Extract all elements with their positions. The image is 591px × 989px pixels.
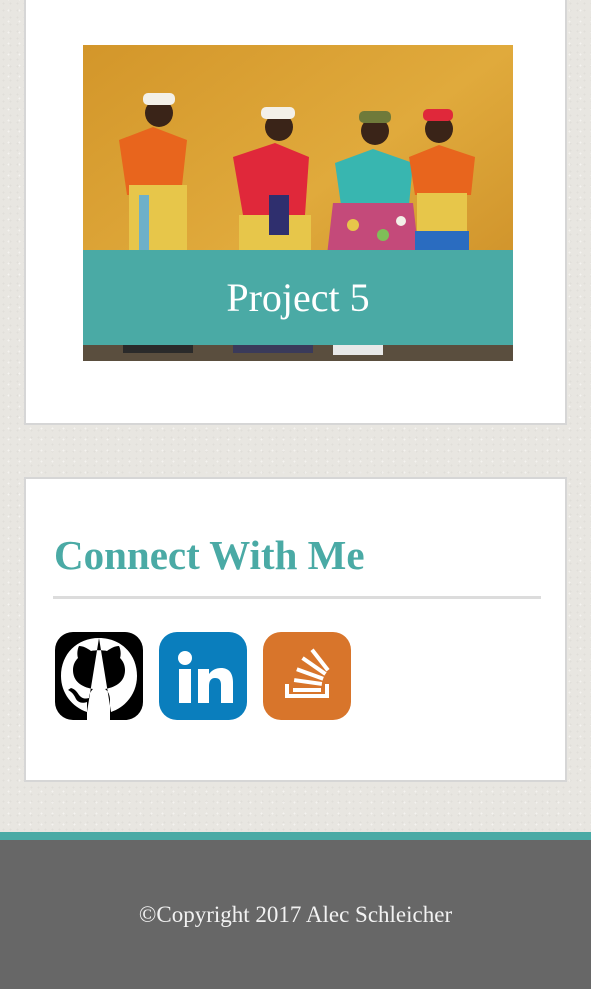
github-link[interactable] [55, 632, 143, 720]
linkedin-icon [178, 651, 233, 703]
stackoverflow-link[interactable] [263, 632, 351, 720]
copyright-text: ©Copyright 2017 Alec Schleicher [138, 902, 453, 927]
github-icon [61, 638, 137, 720]
connect-card: Connect With Me [24, 477, 567, 782]
footer: ©Copyright 2017 Alec Schleicher [0, 840, 591, 989]
divider [53, 596, 541, 599]
footer-accent-bar [0, 832, 591, 840]
project-image[interactable]: Project 5 [83, 45, 513, 361]
project-title[interactable]: Project 5 [83, 250, 513, 345]
project-card: Project 5 [24, 0, 567, 425]
linkedin-link[interactable] [159, 632, 247, 720]
connect-heading: Connect With Me [54, 532, 365, 578]
stackoverflow-icon [285, 648, 330, 698]
